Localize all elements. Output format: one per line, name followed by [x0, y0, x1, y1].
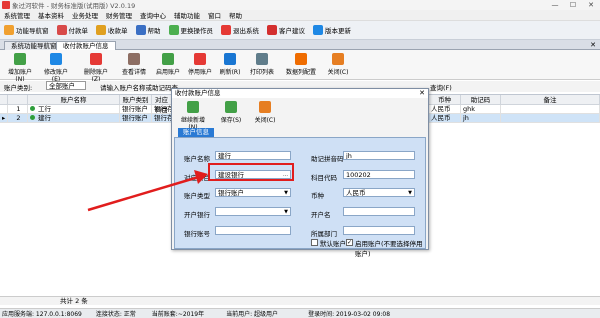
pointer-arrow-icon — [87, 170, 208, 212]
